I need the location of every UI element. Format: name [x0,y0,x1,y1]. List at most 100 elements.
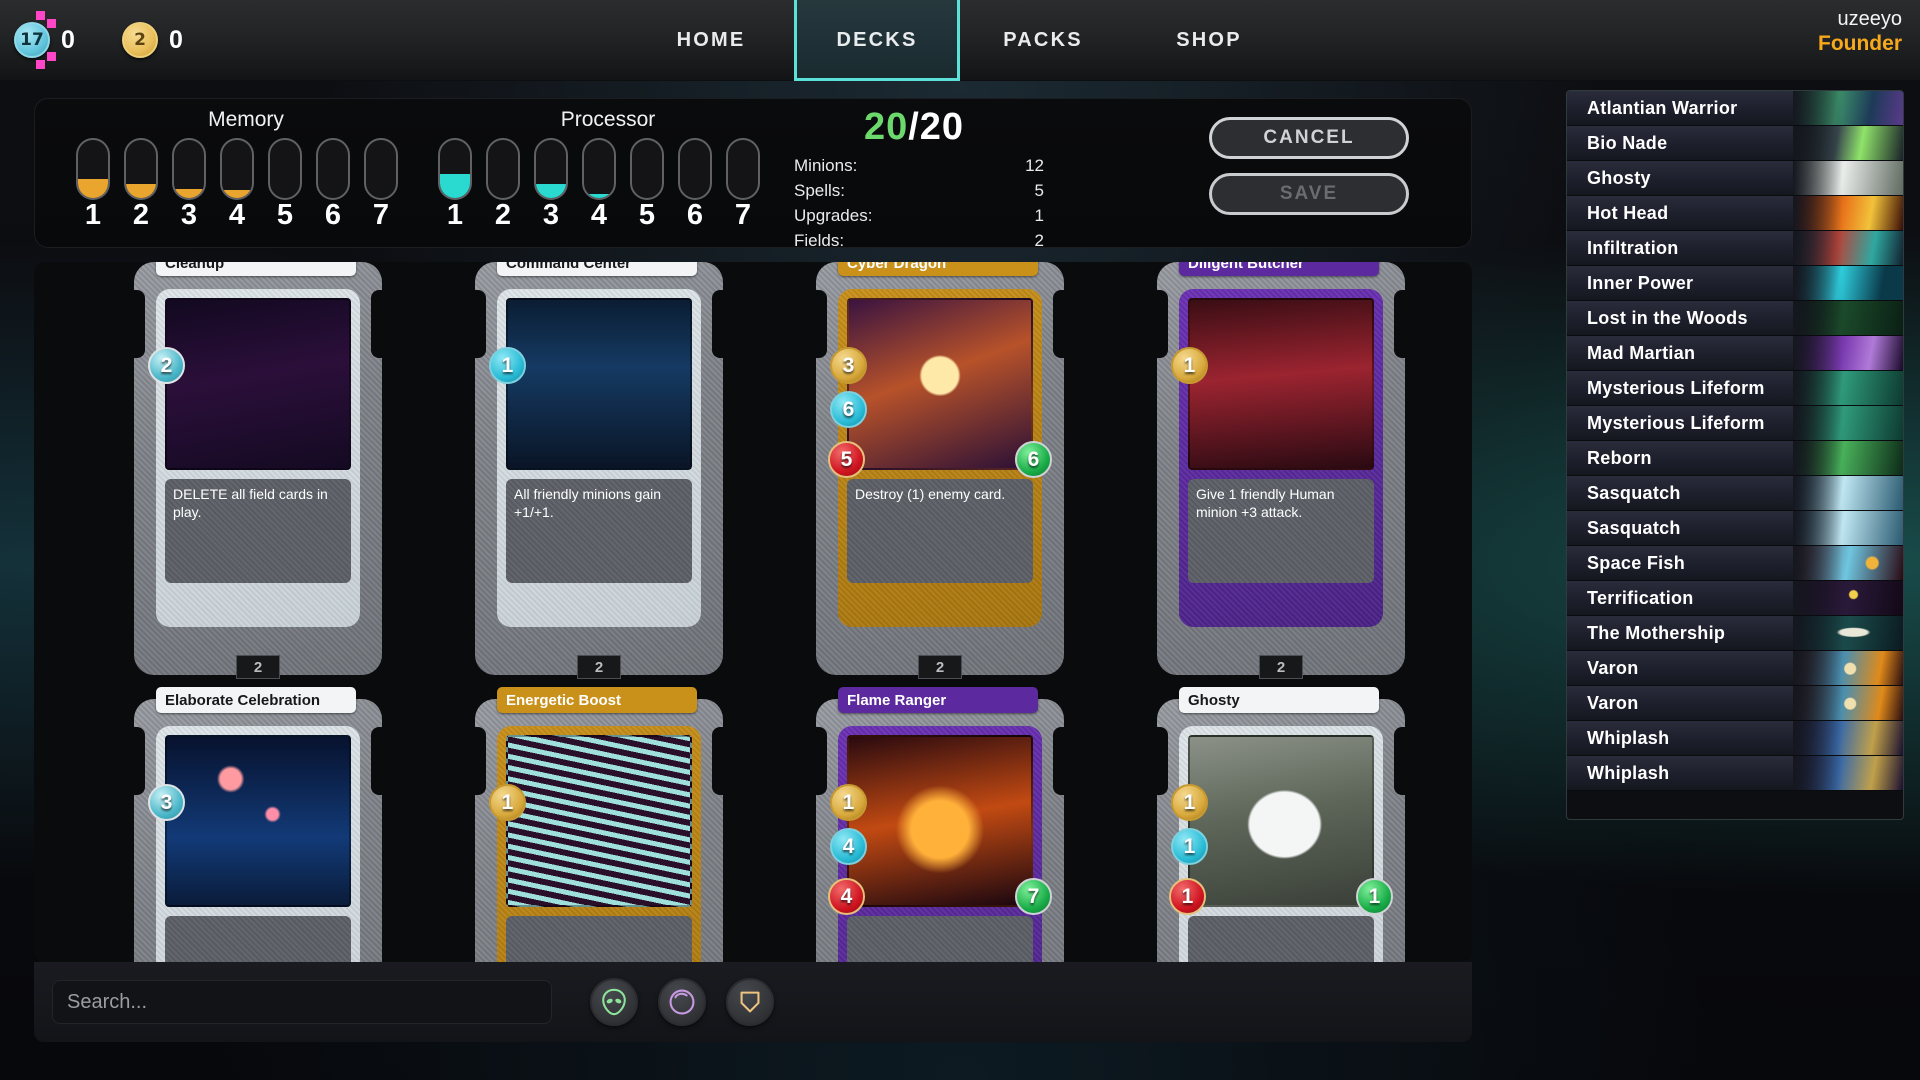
deck-card-count: 20/20 [794,106,1034,149]
card-elaborate-celebration[interactable]: Elaborate Celebration 3 [133,687,383,962]
card-cyber-dragon[interactable]: Cyber Dragon Destroy (1) enemy card. 3 6 5 6 2 [815,262,1065,679]
deck-count-max: 20 [919,106,965,148]
card-name-banner: Ghosty [1179,687,1379,713]
card-flame-ranger[interactable]: Flame Ranger 1 4 4 7 [815,687,1065,962]
deck-count-separator: / [908,106,920,148]
tab-shop[interactable]: SHOP [1126,0,1292,81]
deck-list-item[interactable]: Infiltration [1567,231,1903,266]
deck-list-item[interactable]: Mysterious Lifeform [1567,371,1903,406]
card-ghosty[interactable]: Ghosty 1 1 1 1 [1156,687,1406,962]
deck-item-thumbnail [1793,231,1903,265]
memory-slot-5: 5 [268,138,302,230]
deck-list-item[interactable]: Varon [1567,686,1903,721]
card-name-banner: Cleanup [156,262,356,276]
deck-item-thumbnail [1793,476,1903,510]
card-description: DELETE all field cards in play. [165,479,351,583]
card-quantity-badge: 2 [236,655,280,679]
deck-list-item[interactable]: Ghosty [1567,161,1903,196]
deck-item-thumbnail [1793,406,1903,440]
memory-vial [76,138,110,200]
deck-list-item[interactable]: Mysterious Lifeform [1567,406,1903,441]
memory-slot-6: 6 [316,138,350,230]
deck-list-item[interactable]: Whiplash [1567,756,1903,791]
search-input[interactable] [52,980,552,1024]
deck-item-name: Whiplash [1587,727,1670,748]
processor-slot-6: 6 [678,138,712,230]
card-slot: Cyber Dragon Destroy (1) enemy card. 3 6 5 6 2 [788,262,1129,699]
card-command-center[interactable]: Command Center All friendly minions gain … [474,262,724,679]
memory-slot-3: 3 [172,138,206,230]
card-slot: Cleanup DELETE all field cards in play. 2 2 [106,262,447,699]
deck-list-item[interactable]: Bio Nade [1567,126,1903,161]
stat-label-upgrades: Upgrades: [794,206,873,225]
processor-slot-2: 2 [486,138,520,230]
memory-label: Memory [208,108,284,131]
processor-slot-7: 7 [726,138,760,230]
memory-vial [316,138,350,200]
card-description [847,916,1033,962]
card-frame: Destroy (1) enemy card. 3 6 5 6 [828,289,1052,627]
health-badge: 1 [1356,878,1393,915]
deck-list-item[interactable]: Whiplash [1567,721,1903,756]
memory-cost-badge: 1 [1171,347,1208,384]
deck-list-item[interactable]: Sasquatch [1567,511,1903,546]
user-box[interactable]: uzeeyo Founder [1818,8,1902,56]
stat-value-spells: 5 [1034,181,1044,200]
deck-list-item[interactable]: Hot Head [1567,196,1903,231]
memory-slot-number: 4 [228,199,246,231]
memory-vial [364,138,398,200]
deck-list-item[interactable]: Varon [1567,651,1903,686]
card-energetic-boost[interactable]: Energetic Boost 1 [474,687,724,962]
tab-home[interactable]: HOME [628,0,794,81]
processor-slot-number: 5 [638,199,656,231]
cost-badge: 3 [148,784,185,821]
field-filter-button[interactable] [726,978,774,1026]
deck-list-item[interactable]: Space Fish [1567,546,1903,581]
deck-item-thumbnail [1793,126,1903,160]
card-frame: All friendly minions gain +1/+1. 1 [489,289,701,627]
stat-row-minions: Minions: 12 [794,156,1044,176]
card-art-golden-mecha-dragon [847,298,1033,470]
card-diligent-butcher[interactable]: Diligent Butcher Give 1 friendly Human mi… [1156,262,1406,679]
deck-list-item[interactable]: Mad Martian [1567,336,1903,371]
card-name-banner: Command Center [497,262,697,276]
minion-filter-button[interactable] [590,978,638,1026]
card-collection-panel: Cleanup DELETE all field cards in play. 2 2… [34,262,1472,962]
deck-list-item[interactable]: Sasquatch [1567,476,1903,511]
deck-list-item[interactable]: Atlantian Warrior [1567,91,1903,126]
memory-slot-number: 3 [180,199,198,231]
memory-slot-number: 5 [276,199,294,231]
deck-list-item[interactable]: Lost in the Woods [1567,301,1903,336]
processor-vial [678,138,712,200]
processor-cost-badge: 1 [489,347,526,384]
memory-vial [124,138,158,200]
deck-item-thumbnail [1793,686,1903,720]
deck-list-item[interactable]: Terrification [1567,581,1903,616]
cost-badge: 2 [148,347,185,384]
deck-list-item[interactable]: Inner Power [1567,266,1903,301]
deck-item-name: Bio Nade [1587,132,1668,153]
memory-cost-badge: 1 [489,784,526,821]
spell-filter-button[interactable] [658,978,706,1026]
memory-slot-number: 6 [324,199,342,231]
deck-card-list[interactable]: Atlantian Warrior Bio Nade Ghosty Hot Head I… [1566,90,1904,820]
card-description [1188,916,1374,962]
memory-vial [172,138,206,200]
tab-packs[interactable]: PACKS [960,0,1126,81]
deck-list-item[interactable]: Reborn [1567,441,1903,476]
tab-decks[interactable]: DECKS [794,0,960,81]
card-cleanup[interactable]: Cleanup DELETE all field cards in play. 2 2 [133,262,383,679]
deck-list-item[interactable]: The Mothership [1567,616,1903,651]
deck-item-name: Mysterious Lifeform [1587,377,1765,398]
deck-item-thumbnail [1793,511,1903,545]
deck-item-thumbnail [1793,336,1903,370]
deck-item-name: Sasquatch [1587,482,1681,503]
processor-slot-3: 3 [534,138,568,230]
memory-slot-number: 2 [132,199,150,231]
card-frame: 1 4 4 7 [828,726,1052,962]
deck-item-thumbnail [1793,581,1903,615]
card-art-server-racks-blue [506,735,692,907]
save-button[interactable]: SAVE [1209,173,1409,215]
card-slot: Diligent Butcher Give 1 friendly Human mi… [1129,262,1470,699]
cancel-button[interactable]: CANCEL [1209,117,1409,159]
